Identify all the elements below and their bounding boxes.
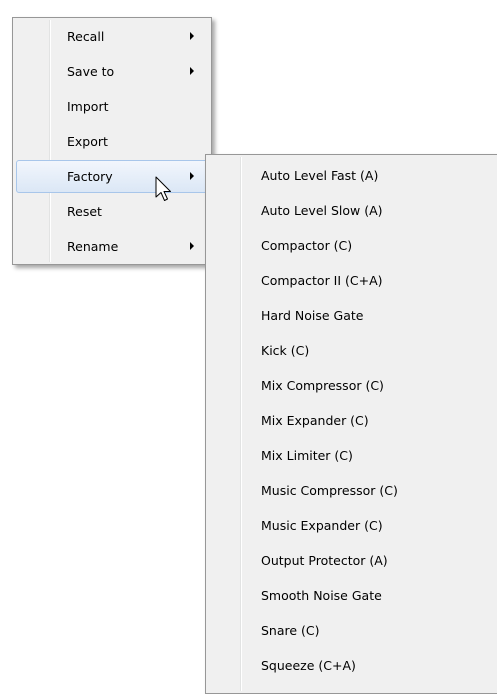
factory-item-label: Hard Noise Gate	[261, 308, 364, 323]
factory-item[interactable]: Auto Level Fast (A)	[209, 159, 497, 192]
menu-item-label: Import	[67, 99, 109, 114]
factory-item[interactable]: Music Compressor (C)	[209, 474, 497, 507]
factory-item[interactable]: Auto Level Slow (A)	[209, 194, 497, 227]
submenu-arrow-icon	[190, 242, 194, 250]
submenu-arrow-icon	[190, 67, 194, 75]
menu-item-import[interactable]: Import	[16, 90, 208, 123]
factory-item-label: Kick (C)	[261, 343, 310, 358]
factory-item[interactable]: Kick (C)	[209, 334, 497, 367]
menu-item-export[interactable]: Export	[16, 125, 208, 158]
factory-item[interactable]: Snare (C)	[209, 614, 497, 647]
factory-item[interactable]: Compactor (C)	[209, 229, 497, 262]
menu-item-factory[interactable]: Factory	[16, 160, 208, 193]
menu-item-label: Factory	[67, 169, 113, 184]
menu-item-label: Reset	[67, 204, 102, 219]
menu-item-save-to[interactable]: Save to	[16, 55, 208, 88]
factory-item-label: Compactor (C)	[261, 238, 353, 253]
factory-item-label: Output Protector (A)	[261, 553, 388, 568]
factory-item[interactable]: Mix Compressor (C)	[209, 369, 497, 402]
menu-item-label: Rename	[67, 239, 119, 254]
menu-item-label: Recall	[67, 29, 105, 44]
factory-item[interactable]: Mix Expander (C)	[209, 404, 497, 437]
factory-item[interactable]: Mix Limiter (C)	[209, 439, 497, 472]
factory-item[interactable]: Compactor II (C+A)	[209, 264, 497, 297]
menu-item-label: Save to	[67, 64, 115, 79]
menu-item-rename[interactable]: Rename	[16, 230, 208, 263]
submenu-arrow-icon	[190, 32, 194, 40]
factory-item[interactable]: Output Protector (A)	[209, 544, 497, 577]
factory-item-label: Snare (C)	[261, 623, 320, 638]
submenu-arrow-icon	[190, 172, 194, 180]
factory-item[interactable]: Smooth Noise Gate	[209, 579, 497, 612]
preset-context-menu: Recall Save to Import Export Factory Res…	[12, 17, 212, 265]
factory-presets-submenu: Auto Level Fast (A) Auto Level Slow (A) …	[205, 154, 497, 694]
factory-item[interactable]: Music Expander (C)	[209, 509, 497, 542]
factory-item-label: Squeeze (C+A)	[261, 658, 356, 673]
factory-item-label: Auto Level Fast (A)	[261, 168, 379, 183]
factory-item-label: Mix Limiter (C)	[261, 448, 353, 463]
factory-item-label: Music Expander (C)	[261, 518, 383, 533]
menu-item-reset[interactable]: Reset	[16, 195, 208, 228]
factory-item-label: Smooth Noise Gate	[261, 588, 382, 603]
menu-item-label: Export	[67, 134, 108, 149]
factory-item-label: Mix Compressor (C)	[261, 378, 384, 393]
mouse-pointer-icon	[155, 176, 171, 201]
menu-item-recall[interactable]: Recall	[16, 20, 208, 53]
factory-item[interactable]: Squeeze (C+A)	[209, 649, 497, 682]
factory-item[interactable]: Hard Noise Gate	[209, 299, 497, 332]
factory-item-label: Auto Level Slow (A)	[261, 203, 383, 218]
factory-item-label: Music Compressor (C)	[261, 483, 398, 498]
factory-item-label: Compactor II (C+A)	[261, 273, 383, 288]
factory-item-label: Mix Expander (C)	[261, 413, 369, 428]
